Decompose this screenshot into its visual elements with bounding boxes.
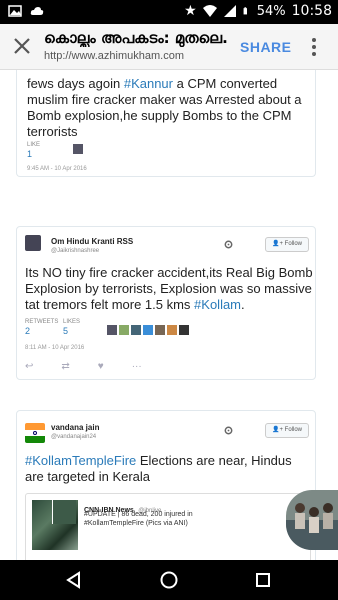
author-name[interactable]: vandana jain bbox=[51, 423, 99, 432]
tweet-text: Its NO tiny fire cracker accident,its Re… bbox=[25, 265, 313, 312]
avatar[interactable] bbox=[167, 325, 177, 335]
avatar[interactable] bbox=[25, 423, 45, 443]
retweets-count[interactable]: 2 bbox=[25, 326, 30, 336]
quoted-tweet-image bbox=[52, 500, 76, 524]
floating-video-thumbnail[interactable] bbox=[286, 490, 338, 550]
follow-button[interactable]: 👤+ Follow bbox=[265, 237, 309, 252]
system-navigation-bar bbox=[0, 560, 338, 600]
share-button[interactable]: SHARE bbox=[240, 39, 292, 55]
status-bar: ★ 54% 10:58 bbox=[0, 0, 338, 24]
back-icon[interactable] bbox=[64, 570, 84, 590]
avatar[interactable] bbox=[119, 325, 129, 335]
tweet-text: fews days agoin #Kannur a CPM converted … bbox=[27, 76, 302, 139]
more-icon[interactable]: ··· bbox=[132, 361, 142, 372]
embedded-tweet: Om Hindu Kranti RSS @Jaikrishnashree 👤+ … bbox=[16, 226, 316, 380]
gear-icon[interactable] bbox=[223, 425, 234, 436]
page-url: http://www.azhimukham.com bbox=[44, 50, 184, 62]
add-user-icon: 👤+ bbox=[272, 427, 283, 433]
add-user-icon: 👤+ bbox=[272, 241, 283, 247]
hashtag-link[interactable]: #Kollam bbox=[194, 297, 241, 312]
avatar[interactable] bbox=[179, 325, 189, 335]
author-handle[interactable]: @vandanajain24 bbox=[51, 434, 96, 440]
author-handle[interactable]: @Jaikrishnashree bbox=[51, 248, 99, 254]
cloud-icon bbox=[30, 7, 44, 15]
reply-icon[interactable]: ↩ bbox=[25, 361, 33, 372]
signal-icon bbox=[223, 5, 236, 17]
embedded-tweet: fews days agoin #Kannur a CPM converted … bbox=[16, 70, 316, 177]
close-button[interactable] bbox=[10, 34, 34, 58]
recents-icon[interactable] bbox=[253, 570, 273, 590]
hashtag-link[interactable]: #Kannur bbox=[124, 76, 173, 91]
tweet-actions: ↩ ⇄ ♥ ··· bbox=[25, 361, 142, 372]
clock: 10:58 bbox=[291, 3, 332, 19]
app-bar: കൊല്ലം അപകടം: മുതലെ... http://www.azhimu… bbox=[0, 24, 338, 70]
hashtag-link[interactable]: #KollamTempleFire bbox=[25, 453, 136, 468]
avatar[interactable] bbox=[143, 325, 153, 335]
home-icon[interactable] bbox=[159, 570, 179, 590]
liker-avatar[interactable] bbox=[73, 144, 83, 154]
like-icon[interactable]: ♥ bbox=[98, 361, 104, 372]
quoted-tweet[interactable]: CNN-IBN News @ibnlive #UPDATE | 86 dead,… bbox=[25, 493, 311, 560]
quoted-tweet-text: #UPDATE | 86 dead, 200 injured in #Kolla… bbox=[84, 511, 193, 527]
overflow-menu-button[interactable] bbox=[306, 36, 322, 58]
likes-count[interactable]: 1 bbox=[27, 149, 32, 159]
liker-avatars[interactable] bbox=[107, 322, 191, 340]
tweet-text: #KollamTempleFire Elections are near, Hi… bbox=[25, 453, 292, 484]
avatar[interactable] bbox=[155, 325, 165, 335]
likes-label: LIKES bbox=[63, 319, 81, 325]
menu-dot-icon bbox=[312, 52, 316, 56]
close-icon bbox=[14, 38, 30, 54]
author-name[interactable]: Om Hindu Kranti RSS bbox=[51, 237, 133, 246]
menu-dot-icon bbox=[312, 38, 316, 42]
follow-button[interactable]: 👤+ Follow bbox=[265, 423, 309, 438]
gear-icon[interactable] bbox=[223, 239, 234, 250]
avatar[interactable] bbox=[25, 235, 41, 251]
article-content[interactable]: fews days agoin #Kannur a CPM converted … bbox=[0, 70, 338, 560]
battery-icon bbox=[243, 7, 247, 15]
wifi-icon bbox=[202, 5, 217, 17]
avatar[interactable] bbox=[107, 325, 117, 335]
page-title: കൊല്ലം അപകടം: മുതലെ... bbox=[44, 29, 229, 47]
battery-percent: 54% bbox=[256, 3, 286, 19]
likes-label: LIKE bbox=[27, 142, 41, 148]
tweet-timestamp[interactable]: 9:45 AM - 10 Apr 2016 bbox=[27, 166, 87, 172]
avatar[interactable] bbox=[131, 325, 141, 335]
photo-icon bbox=[8, 5, 22, 17]
retweets-label: RETWEETS bbox=[25, 319, 59, 325]
likes-count[interactable]: 5 bbox=[63, 326, 68, 336]
star-icon: ★ bbox=[184, 3, 197, 19]
menu-dot-icon bbox=[312, 45, 316, 49]
retweet-icon[interactable]: ⇄ bbox=[61, 361, 69, 372]
tweet-timestamp[interactable]: 8:11 AM - 10 Apr 2016 bbox=[25, 345, 84, 351]
people-photo-icon bbox=[286, 490, 338, 550]
embedded-tweet: vandana jain @vandanajain24 👤+ Follow #K… bbox=[16, 410, 316, 560]
